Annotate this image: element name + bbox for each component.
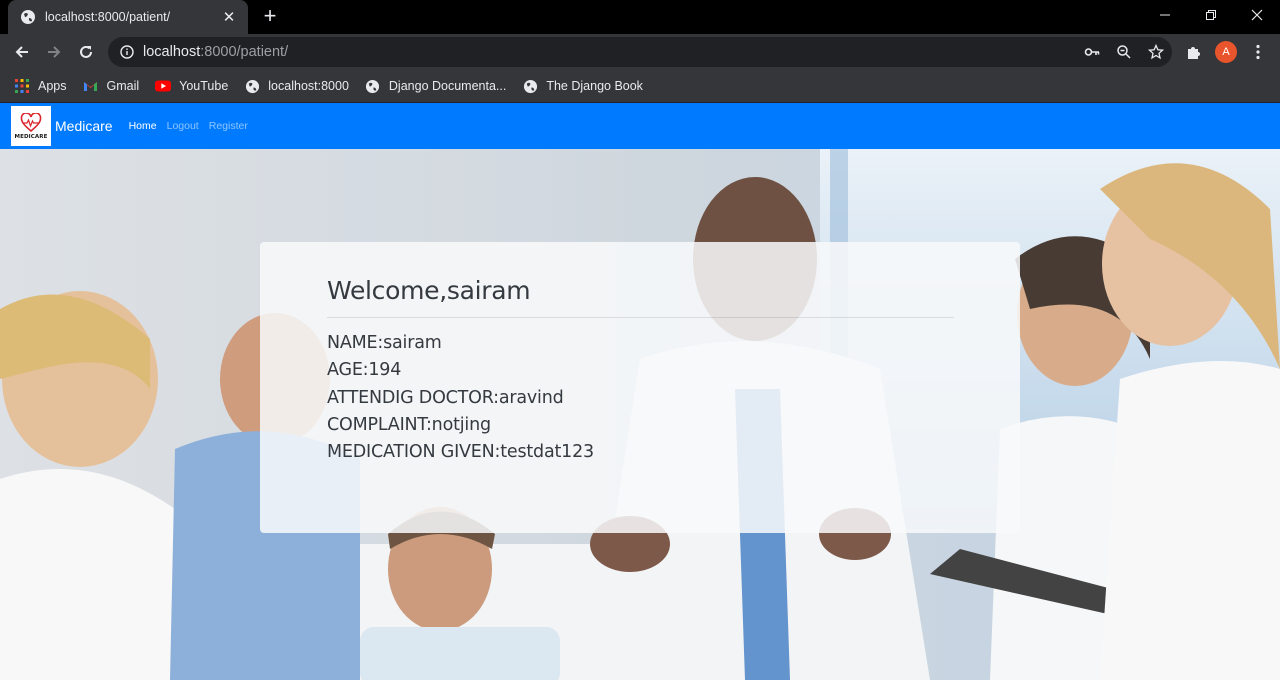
browser-tab[interactable]: localhost:8000/patient/ ✕ — [8, 0, 248, 34]
web-page: MEDICARE Medicare Home Logout Register W… — [0, 103, 1280, 680]
bookmark-label: Gmail — [106, 79, 140, 93]
medicare-logo[interactable]: MEDICARE — [11, 106, 51, 146]
restore-icon[interactable] — [1188, 0, 1234, 30]
extensions-puzzle-icon[interactable] — [1180, 38, 1208, 66]
youtube-icon — [155, 78, 172, 94]
heart-pulse-icon — [20, 112, 42, 132]
nav-link-register[interactable]: Register — [209, 120, 248, 132]
complaint: COMPLAINT:notjing — [327, 414, 491, 435]
url-text[interactable]: localhost:8000/patient/ — [143, 44, 288, 60]
patient-age: AGE:194 — [327, 360, 402, 381]
forward-button[interactable] — [40, 38, 68, 66]
globe-icon — [522, 78, 538, 94]
divider — [327, 317, 954, 318]
bookmark-gmail[interactable]: Gmail — [83, 78, 140, 94]
bookmark-label: The Django Book — [546, 79, 643, 93]
bookmarks-bar: Apps Gmail YouTube localhost:8000 Django… — [0, 70, 1280, 102]
new-tab-button[interactable]: + — [258, 4, 282, 28]
globe-icon — [21, 10, 35, 24]
close-tab-icon[interactable]: ✕ — [220, 8, 238, 26]
globe-icon — [365, 78, 381, 94]
nav-link-logout[interactable]: Logout — [167, 120, 199, 132]
bookmark-label: Django Documenta... — [388, 79, 507, 93]
star-icon[interactable] — [1140, 37, 1172, 67]
globe-icon — [244, 78, 260, 94]
gmail-icon — [83, 78, 99, 94]
url-path: :8000/patient/ — [200, 44, 289, 60]
apps-grid-icon — [14, 78, 30, 94]
site-navbar: MEDICARE Medicare Home Logout Register — [0, 103, 1280, 149]
url-host: localhost — [143, 44, 201, 60]
bookmark-django-docs[interactable]: Django Documenta... — [365, 78, 506, 94]
bookmark-label: YouTube — [179, 79, 229, 93]
welcome-heading: Welcome,sairam — [327, 276, 531, 305]
bookmark-django-book[interactable]: The Django Book — [522, 78, 643, 94]
nav-link-home[interactable]: Home — [129, 120, 157, 132]
patient-info-card: Welcome,sairam NAME:sairam AGE:194 ATTEN… — [260, 242, 1020, 533]
tab-strip: localhost:8000/patient/ ✕ + — [0, 0, 1280, 34]
patient-name: NAME:sairam — [327, 333, 442, 353]
tab-title: localhost:8000/patient/ — [45, 10, 171, 24]
info-icon[interactable] — [120, 45, 134, 59]
key-icon[interactable] — [1076, 37, 1108, 67]
profile-avatar[interactable]: A — [1215, 41, 1237, 63]
address-bar[interactable]: localhost:8000/patient/ — [108, 37, 1172, 67]
bookmark-label: localhost:8000 — [268, 79, 349, 93]
bookmark-localhost[interactable]: localhost:8000 — [244, 78, 349, 94]
zoom-icon[interactable] — [1108, 37, 1140, 67]
close-window-icon[interactable] — [1234, 0, 1280, 30]
reload-button[interactable] — [72, 38, 100, 66]
hero-background-image: Welcome,sairam NAME:sairam AGE:194 ATTEN… — [0, 149, 1280, 680]
logo-text: MEDICARE — [14, 133, 48, 140]
arrow-left-icon — [15, 46, 28, 58]
medication-given: MEDICATION GIVEN:testdat123 — [327, 442, 594, 463]
bookmark-apps[interactable]: Apps — [14, 78, 67, 94]
brand-link[interactable]: Medicare — [55, 118, 113, 134]
bookmark-label: Apps — [38, 79, 67, 93]
reload-icon — [80, 45, 92, 58]
minimize-icon[interactable] — [1142, 0, 1188, 30]
back-button[interactable] — [8, 38, 36, 66]
browser-toolbar: localhost:8000/patient/ A — [0, 34, 1280, 70]
arrow-right-icon — [48, 46, 61, 58]
bookmark-youtube[interactable]: YouTube — [155, 78, 228, 94]
menu-dots-icon[interactable] — [1246, 38, 1270, 66]
attending-doctor: ATTENDIG DOCTOR:aravind — [327, 387, 564, 408]
